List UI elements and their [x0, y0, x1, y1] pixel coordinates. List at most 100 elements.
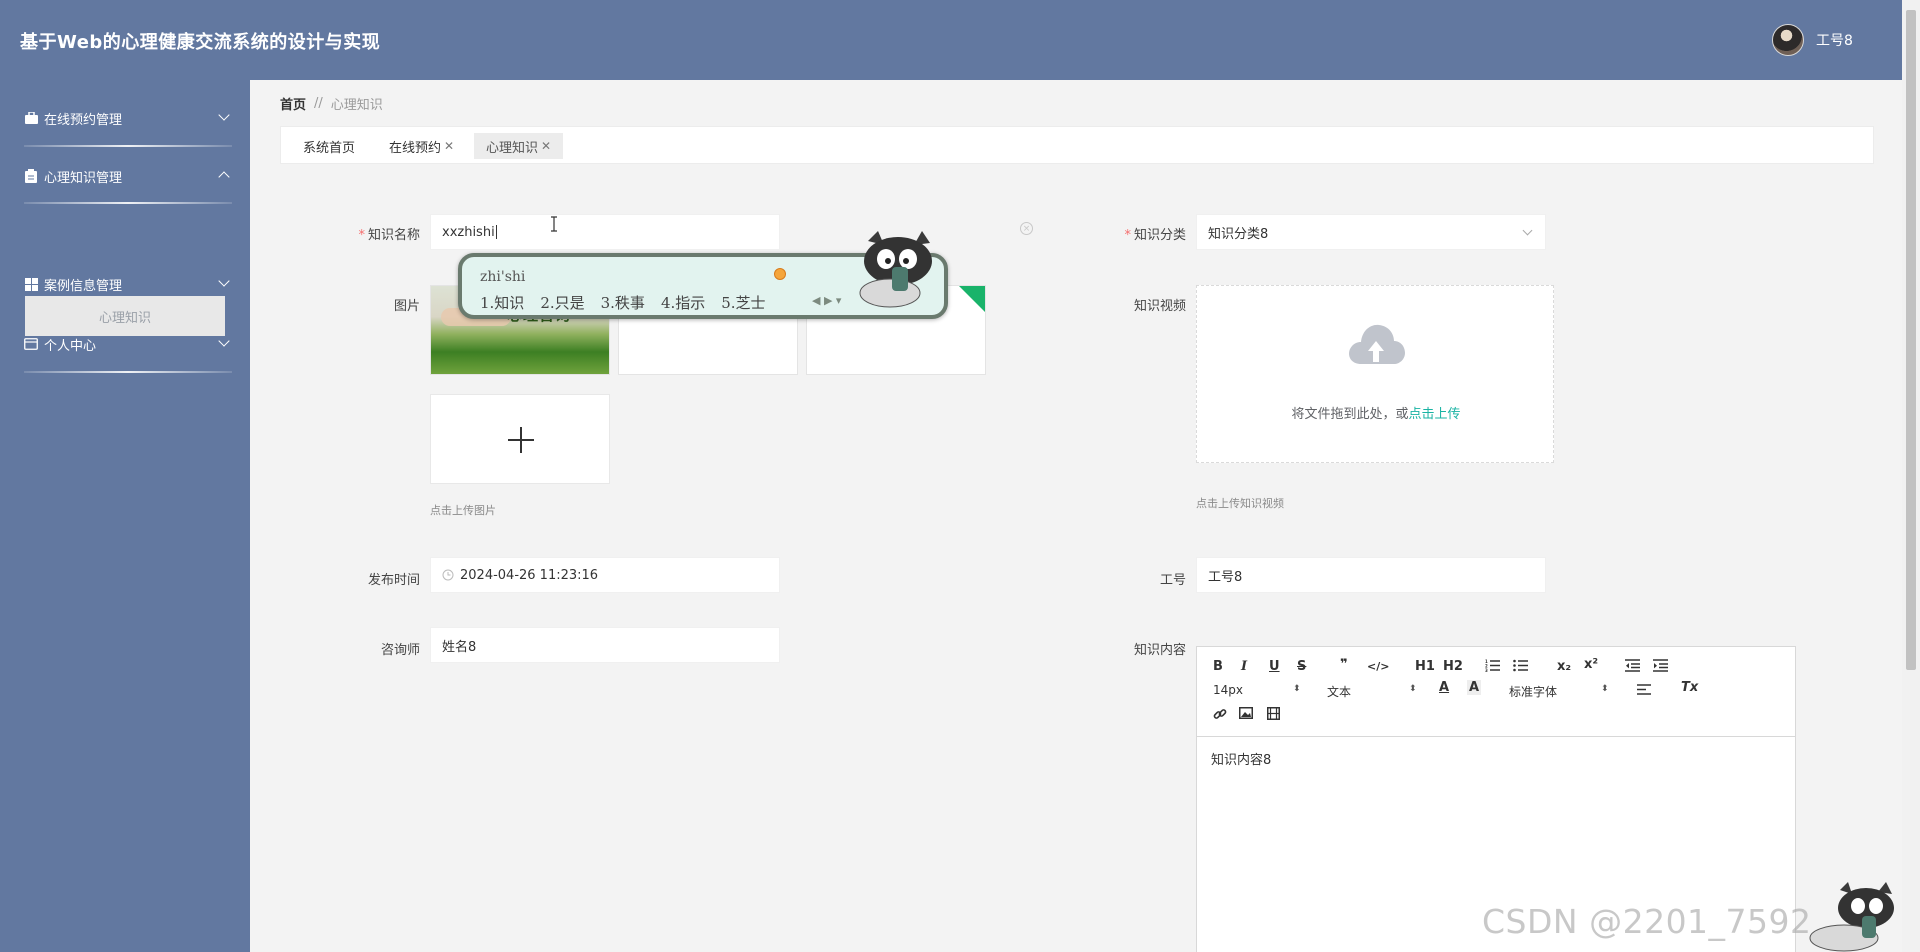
font-color-button[interactable]: A — [1439, 680, 1449, 695]
sidebar-item-case-info[interactable]: 案例信息管理 — [0, 264, 250, 304]
clock-icon — [442, 569, 454, 581]
counselor-label: 咨询师 — [380, 643, 420, 658]
tab-label: 心理知识 — [486, 140, 539, 156]
bullet-list-button[interactable] — [1513, 659, 1528, 676]
grid-icon — [24, 277, 38, 291]
image-upload-button[interactable] — [430, 394, 610, 484]
corner-mascot-icon — [1809, 882, 1894, 952]
background-color-button[interactable]: A — [1467, 680, 1482, 695]
sidebar: 在线预约管理 心理知识管理 心理知识 案例信息管理 个人中心 — [0, 80, 250, 952]
menu-divider — [24, 145, 232, 147]
briefcase-icon — [24, 111, 38, 125]
ime-candidate[interactable]: 3.秩事 — [601, 292, 645, 313]
header-select[interactable]: 文本 ⬍ — [1327, 683, 1417, 700]
superscript-button[interactable]: x² — [1584, 657, 1598, 672]
sidebar-item-label: 个人中心 — [44, 338, 97, 354]
cloud-upload-icon — [1349, 324, 1405, 364]
sidebar-item-label: 案例信息管理 — [44, 278, 123, 294]
id-card-icon — [24, 337, 38, 351]
close-icon[interactable]: ✕ — [444, 139, 454, 153]
knowledge-name-input[interactable]: xxzhishi — [430, 214, 780, 250]
menu-divider — [24, 371, 232, 373]
sidebar-item-label: 心理知识管理 — [44, 170, 123, 186]
sidebar-item-label: 在线预约管理 — [44, 112, 123, 128]
tab-appointment[interactable]: 在线预约 ✕ — [377, 133, 466, 159]
tab-home[interactable]: 系统首页 — [291, 133, 367, 159]
scrollbar-thumb[interactable] — [1906, 10, 1916, 670]
ime-candidate[interactable]: 1.知识 — [480, 292, 524, 313]
ordered-list-button[interactable]: 123 — [1485, 659, 1500, 676]
menu-divider — [24, 202, 232, 204]
knowledge-name-label: * 知识名称 — [358, 228, 420, 243]
code-button[interactable]: </> — [1367, 660, 1389, 673]
ime-candidate[interactable]: 5.芝士 — [721, 292, 765, 313]
breadcrumb-separator: // — [314, 96, 323, 111]
tab-bar: 系统首页 在线预约 ✕ 心理知识 ✕ — [280, 126, 1874, 164]
ime-logo-icon[interactable] — [774, 268, 786, 280]
app-title: 基于Web的心理健康交流系统的设计与实现 — [20, 32, 381, 53]
ime-candidate-popup: zhi'shi 1.知识 2.只是 3.秩事 4.指示 5.芝士 ◀ ▶ ▾ — [458, 231, 948, 319]
publish-time-label: 发布时间 — [367, 573, 420, 588]
underline-button[interactable]: U — [1269, 659, 1280, 674]
video-upload-hint: 点击上传知识视频 — [1196, 497, 1284, 510]
sidebar-item-knowledge[interactable]: 心理知识管理 — [0, 156, 250, 196]
image-button[interactable] — [1239, 707, 1253, 723]
link-button[interactable] — [1213, 707, 1227, 725]
video-dropzone[interactable]: 将文件拖到此处，或点击上传 — [1196, 285, 1554, 463]
success-corner-icon — [959, 286, 985, 312]
ime-page-arrows-icon[interactable]: ◀ ▶ ▾ — [812, 294, 841, 307]
chevron-up-icon — [218, 171, 230, 183]
breadcrumb-current: 心理知识 — [330, 98, 383, 113]
subscript-button[interactable]: x₂ — [1557, 659, 1571, 674]
heading2-button[interactable]: H2 — [1443, 659, 1463, 674]
strike-button[interactable]: S — [1297, 659, 1306, 674]
user-menu[interactable]: 工号8 — [1772, 22, 1853, 58]
sidebar-item-appointment[interactable]: 在线预约管理 — [0, 98, 250, 138]
sidebar-item-profile[interactable]: 个人中心 — [0, 324, 250, 364]
knowledge-category-select[interactable]: 知识分类8 — [1196, 214, 1546, 250]
chevron-down-icon — [218, 109, 230, 121]
chevron-down-icon — [218, 335, 230, 347]
align-button[interactable] — [1637, 684, 1651, 699]
italic-button[interactable]: I — [1241, 659, 1247, 674]
video-button[interactable] — [1267, 707, 1280, 724]
chevron-down-icon — [1522, 225, 1533, 236]
indent-button[interactable] — [1653, 659, 1668, 676]
ime-candidates: 1.知识 2.只是 3.秩事 4.指示 5.芝士 — [480, 292, 782, 313]
editor-content[interactable]: 知识内容8 — [1197, 737, 1795, 780]
ime-candidate[interactable]: 2.只是 — [540, 292, 584, 313]
counselor-input[interactable]: 姓名8 — [430, 627, 780, 663]
image-label: 图片 — [393, 299, 420, 314]
close-icon[interactable]: ✕ — [541, 139, 551, 153]
content-label: 知识内容 — [1133, 643, 1186, 658]
blockquote-button[interactable]: ❞ — [1340, 657, 1348, 672]
font-size-select[interactable]: 14px ⬍ — [1213, 683, 1303, 697]
ime-composition: zhi'shi — [480, 269, 526, 285]
image-upload-hint: 点击上传图片 — [430, 504, 496, 517]
video-label: 知识视频 — [1133, 299, 1186, 314]
ime-mascot-icon — [859, 231, 932, 308]
job-no-input[interactable]: 工号8 — [1196, 557, 1546, 593]
outdent-button[interactable] — [1625, 659, 1640, 676]
editor-toolbar: B I U S ❞ </> H1 H2 123 x₂ x² 14px ⬍ 文本 ⬍ — [1197, 647, 1795, 737]
upload-link[interactable]: 点击上传 — [1409, 407, 1461, 422]
tab-knowledge[interactable]: 心理知识 ✕ — [474, 133, 564, 159]
heading1-button[interactable]: H1 — [1415, 659, 1435, 674]
breadcrumb-home[interactable]: 首页 — [280, 94, 306, 113]
chevron-down-icon — [218, 275, 230, 287]
tab-label: 在线预约 — [389, 140, 442, 156]
bold-button[interactable]: B — [1213, 659, 1223, 674]
page-scrollbar[interactable] — [1902, 0, 1920, 952]
avatar[interactable] — [1772, 24, 1804, 56]
font-family-select[interactable]: 标准字体 ⬍ — [1509, 683, 1609, 700]
publish-time-picker[interactable]: 2024-04-26 11:23:16 — [430, 557, 780, 593]
knowledge-category-label: * 知识分类 — [1124, 228, 1186, 243]
clear-icon[interactable]: × — [1020, 222, 1033, 235]
ime-candidate[interactable]: 4.指示 — [661, 292, 705, 313]
clear-format-button[interactable]: Tx — [1681, 680, 1698, 695]
svg-text:3: 3 — [1485, 668, 1488, 672]
main-content: 首页 // 心理知识 系统首页 在线预约 ✕ 心理知识 ✕ * 知识名称 xxzh… — [250, 80, 1902, 952]
breadcrumb: 首页 // 心理知识 — [280, 94, 383, 113]
top-header: 基于Web的心理健康交流系统的设计与实现 工号8 — [0, 0, 1902, 80]
user-name[interactable]: 工号8 — [1816, 30, 1853, 50]
